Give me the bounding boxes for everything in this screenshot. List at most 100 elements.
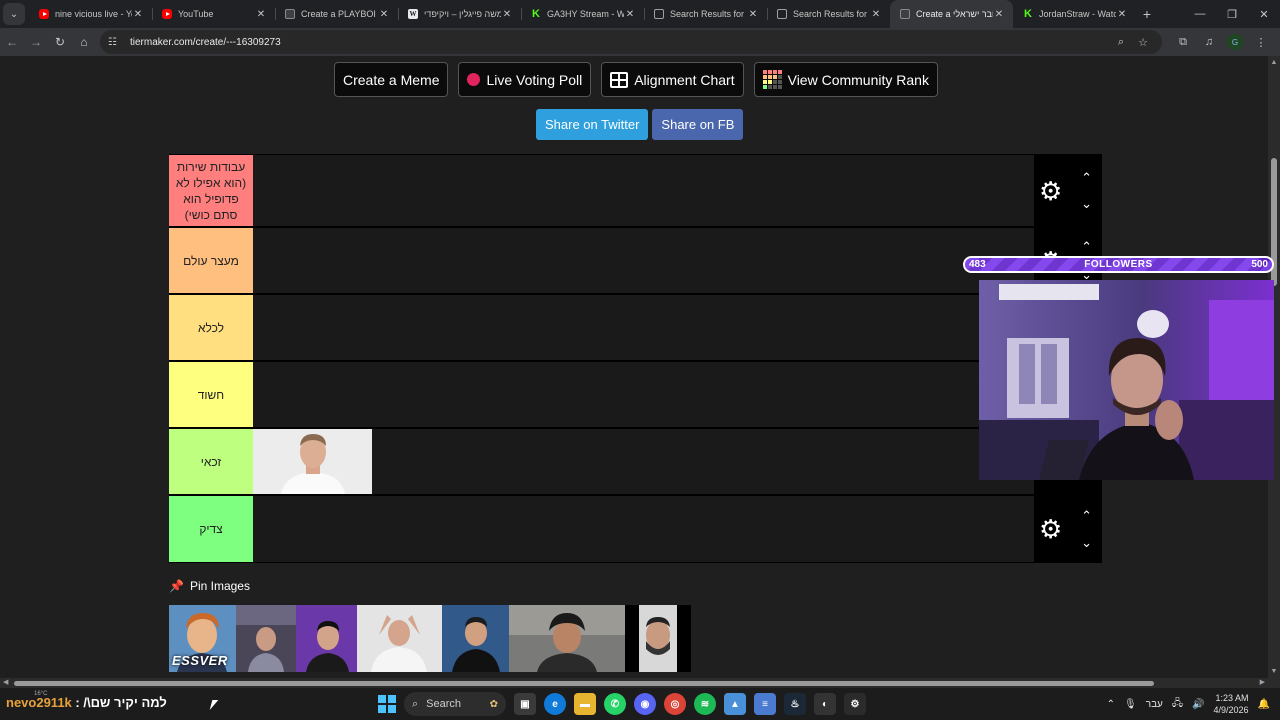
live-voting-poll-button[interactable]: Live Voting Poll: [458, 62, 592, 97]
microphone-icon[interactable]: 🎙: [1124, 699, 1137, 710]
chevron-down-icon[interactable]: ⌄: [1081, 197, 1092, 210]
extensions-icon[interactable]: ⧉: [1170, 36, 1196, 49]
whatsapp-icon[interactable]: ✆: [604, 693, 626, 715]
volume-icon[interactable]: 🔊: [1192, 699, 1204, 710]
pool-image[interactable]: [357, 605, 442, 672]
notepad-icon[interactable]: ≡: [754, 693, 776, 715]
followers-progress-fill: [965, 258, 1262, 271]
new-tab-button[interactable]: +: [1136, 6, 1158, 22]
tab-7[interactable]: Search Results for 'o ✕: [767, 0, 890, 28]
tier-drop-zone[interactable]: [253, 496, 1034, 562]
close-icon[interactable]: ✕: [501, 9, 513, 20]
image-pool: ESSVER: [169, 605, 691, 672]
zoom-icon[interactable]: ⌕: [1110, 36, 1132, 49]
chevron-down-icon[interactable]: ⌄: [1081, 536, 1092, 549]
tier-label[interactable]: צדיק: [169, 496, 253, 562]
tab-6[interactable]: Search Results for 'o ✕: [644, 0, 767, 28]
share-twitter-button[interactable]: Share on Twitter: [536, 109, 649, 140]
settings-app-icon[interactable]: ⚙: [844, 693, 866, 715]
tab-4[interactable]: W משה פייגלין – ויקיפדי ✕: [398, 0, 521, 28]
scroll-left-arrow-icon[interactable]: ◀: [3, 678, 8, 686]
tier-drop-zone[interactable]: [253, 228, 1034, 293]
discord-icon[interactable]: ◉: [634, 693, 656, 715]
tab-search-button[interactable]: ⌄: [3, 3, 25, 25]
share-fb-button[interactable]: Share on FB: [652, 109, 744, 140]
url-text[interactable]: tiermaker.com/create/---16309273: [130, 37, 1110, 48]
pool-image[interactable]: [296, 605, 357, 672]
gear-icon[interactable]: ⚙: [1039, 178, 1062, 204]
tier-drop-zone[interactable]: [253, 155, 1034, 226]
tab-8-active[interactable]: Create a יוטיובר ישראלי ✕: [890, 0, 1013, 28]
tier-label[interactable]: חשוד: [169, 362, 253, 427]
pool-image[interactable]: [442, 605, 509, 672]
tray-overflow-icon[interactable]: ⌃: [1107, 699, 1115, 710]
tab-2[interactable]: YouTube ✕: [152, 0, 275, 28]
close-icon[interactable]: ✕: [132, 9, 144, 20]
steam-icon[interactable]: ♨: [784, 693, 806, 715]
network-icon[interactable]: 🖧: [1172, 696, 1183, 713]
scroll-down-arrow-icon[interactable]: ▼: [1268, 668, 1280, 675]
clock[interactable]: 1:23 AM 4/9/2026: [1214, 692, 1249, 716]
profile-avatar[interactable]: G: [1227, 34, 1243, 50]
pool-image[interactable]: [625, 605, 691, 672]
tier-item-image[interactable]: [253, 429, 372, 494]
close-icon[interactable]: ✕: [747, 9, 759, 20]
close-icon[interactable]: ✕: [1116, 9, 1128, 20]
media-control-icon[interactable]: ♫: [1196, 36, 1222, 48]
pool-image-watermark: ESSVER: [172, 653, 228, 668]
create-meme-button[interactable]: Create a Meme: [334, 62, 449, 97]
pool-image[interactable]: ESSVER: [169, 605, 236, 672]
spotify-icon[interactable]: ≋: [694, 693, 716, 715]
file-explorer-icon[interactable]: ▬: [574, 693, 596, 715]
forward-icon[interactable]: →: [24, 30, 48, 54]
close-icon[interactable]: ✕: [255, 9, 267, 20]
chevron-up-icon[interactable]: ⌃: [1081, 240, 1092, 253]
tier-drop-zone[interactable]: [253, 295, 1034, 360]
tier-drop-zone[interactable]: [253, 362, 1034, 427]
gear-icon[interactable]: ⚙: [1039, 516, 1062, 542]
minimize-icon[interactable]: —: [1184, 0, 1216, 28]
tab-5[interactable]: K GA3HY Stream - Wat ✕: [521, 0, 644, 28]
tier-drop-zone[interactable]: [253, 429, 1034, 494]
close-icon[interactable]: ✕: [993, 9, 1005, 20]
bookmark-star-icon[interactable]: ☆: [1132, 36, 1154, 49]
tab-1[interactable]: nine vicious live - You ✕: [29, 0, 152, 28]
view-community-rank-button[interactable]: View Community Rank: [753, 62, 938, 97]
alignment-chart-button[interactable]: Alignment Chart: [601, 62, 744, 97]
chevron-up-icon[interactable]: ⌃: [1081, 171, 1092, 184]
address-bar[interactable]: ☷ tiermaker.com/create/---16309273 ⌕ ☆: [100, 30, 1162, 54]
close-icon[interactable]: ✕: [624, 9, 636, 20]
tab-9[interactable]: K JordanStraw - Watch ✕: [1013, 0, 1136, 28]
pin-icon[interactable]: 📌: [169, 579, 184, 593]
scroll-up-arrow-icon[interactable]: ▲: [1268, 59, 1280, 66]
edge-icon[interactable]: e: [544, 693, 566, 715]
scrollbar-thumb[interactable]: [14, 681, 1154, 686]
horizontal-scrollbar[interactable]: ◀ ▶: [0, 678, 1280, 688]
more-menu-icon[interactable]: ⋮: [1248, 36, 1274, 49]
pool-image[interactable]: [236, 605, 296, 672]
obs-icon[interactable]: ◐: [814, 693, 836, 715]
close-icon[interactable]: ✕: [870, 9, 882, 20]
start-windows-icon[interactable]: [378, 695, 396, 713]
tier-label[interactable]: מעצר עולם: [169, 228, 253, 293]
reload-icon[interactable]: ↻: [48, 30, 72, 54]
photos-icon[interactable]: ▲: [724, 693, 746, 715]
chevron-up-icon[interactable]: ⌃: [1081, 509, 1092, 522]
tier-label[interactable]: עבודות שירות (הוא אפילו לא פדופיל הוא סת…: [169, 155, 253, 226]
pool-image[interactable]: [509, 605, 625, 672]
back-icon[interactable]: ←: [0, 30, 24, 54]
taskbar-search[interactable]: ⌕ Search ✿: [404, 692, 506, 716]
restore-icon[interactable]: ❐: [1216, 0, 1248, 28]
close-window-icon[interactable]: ✕: [1248, 0, 1280, 28]
tab-3[interactable]: Create a PLAYBOI CA ✕: [275, 0, 398, 28]
task-view-icon[interactable]: ▣: [514, 693, 536, 715]
home-icon[interactable]: ⌂: [72, 30, 96, 54]
tier-label[interactable]: זכאי: [169, 429, 253, 494]
chrome-icon[interactable]: ◎: [664, 693, 686, 715]
language-indicator[interactable]: עבר: [1146, 699, 1163, 710]
scroll-right-arrow-icon[interactable]: ▶: [1260, 678, 1265, 686]
tier-label[interactable]: לכלא: [169, 295, 253, 360]
site-info-icon[interactable]: ☷: [108, 37, 122, 48]
notifications-icon[interactable]: 🔔: [1258, 699, 1270, 710]
close-icon[interactable]: ✕: [378, 9, 390, 20]
